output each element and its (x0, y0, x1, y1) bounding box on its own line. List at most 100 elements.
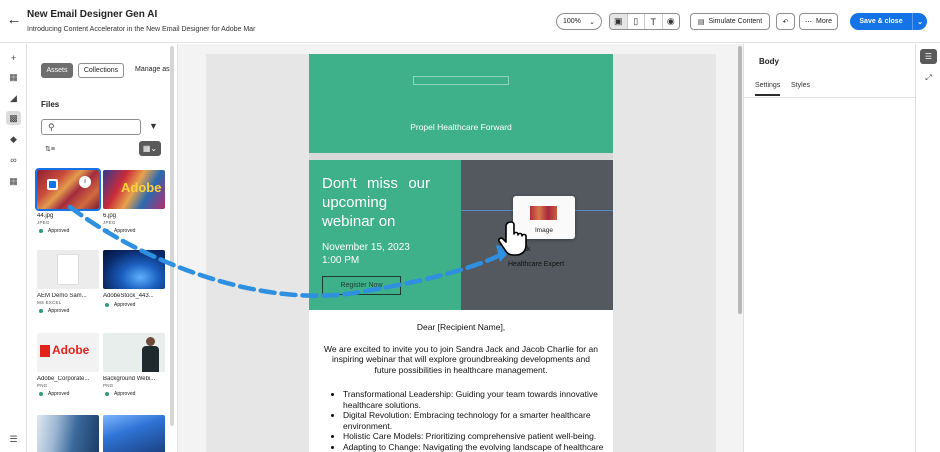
broken-image-strip[interactable] (309, 153, 613, 160)
asset-card[interactable] (103, 415, 165, 452)
list-item[interactable]: Transformational Leadership: Guiding you… (343, 389, 613, 410)
email-header-block[interactable]: Propel Healthcare Forward (309, 54, 613, 153)
asset-name: 6.jpg (103, 213, 117, 219)
fragments-icon[interactable]: ▦ (6, 174, 21, 188)
asset-thumbnail[interactable] (37, 250, 99, 289)
simulate-content-button[interactable]: ▤ Simulate Content (690, 13, 770, 30)
asset-thumbnail[interactable] (103, 250, 165, 289)
asset-card[interactable]: Adobe Adobe_Corporate... PNG Approved (37, 333, 99, 397)
back-arrow-icon[interactable]: ← (6, 12, 22, 28)
list-item[interactable]: Adapting to Change: Navigating the evolv… (343, 442, 613, 452)
desktop-view-icon[interactable]: ▣ (610, 14, 628, 29)
email-body[interactable]: Propel Healthcare Forward Don't miss our… (309, 54, 613, 452)
simulate-icon: ▤ (697, 18, 705, 26)
canvas-scrollbar[interactable] (738, 46, 742, 314)
hero-left-column[interactable]: Don't miss our upcoming webinar on Novem… (309, 160, 461, 310)
library-icon[interactable]: ☰ (6, 432, 21, 446)
tab-styles[interactable]: Styles (791, 82, 810, 89)
email-intro[interactable]: We are excited to invite you to join San… (323, 344, 599, 376)
register-now-button[interactable]: Register Now (322, 276, 401, 295)
assets-scrollbar[interactable] (170, 46, 174, 426)
tab-settings[interactable]: Settings (755, 82, 781, 96)
asset-card[interactable]: Adobe 6.jpg JPEG Approved (103, 170, 165, 234)
checkbox-checked-icon[interactable] (47, 179, 58, 190)
zoom-select[interactable]: 100% ⌄ (556, 13, 602, 30)
asset-thumbnail[interactable] (103, 415, 165, 452)
approved-dot-icon (105, 229, 109, 233)
asset-status: Approved (37, 308, 99, 314)
layout-icon[interactable]: ▦ (6, 70, 21, 84)
asset-thumbnail[interactable] (103, 333, 165, 372)
email-greeting[interactable]: Dear [Recipient Name], (309, 322, 613, 333)
asset-type: JPEG (37, 220, 50, 225)
status-label: Approved (114, 228, 136, 234)
sort-icon[interactable]: ⇅≡ (45, 145, 55, 153)
asset-thumbnail[interactable]: Adobe (103, 170, 165, 209)
email-tagline[interactable]: Propel Healthcare Forward (309, 122, 613, 132)
hero-heading[interactable]: Don't miss our upcoming webinar on (322, 174, 430, 231)
adobe-mark-icon (40, 345, 50, 357)
asset-name: AdobeStock_443... (103, 293, 154, 299)
approved-dot-icon (105, 392, 109, 396)
list-item[interactable]: Holistic Care Models: Prioritizing compr… (343, 431, 613, 442)
plus-icon[interactable]: + (6, 51, 21, 65)
asset-name: Adobe_Corporate... (37, 376, 90, 382)
hero-time-line: 1:00 PM (322, 255, 360, 266)
assets-icon[interactable]: ▩ (6, 111, 21, 125)
divider (744, 97, 916, 98)
document-icon (57, 254, 79, 285)
logo-image-placeholder[interactable] (413, 76, 509, 85)
asset-card[interactable]: i 44.jpg JPEG Approved (35, 168, 101, 234)
asset-thumbnail[interactable]: i (35, 168, 101, 211)
tab-assets[interactable]: Assets (41, 63, 73, 78)
asset-type: JPEG (103, 220, 116, 225)
mobile-view-icon[interactable]: ▯ (628, 14, 645, 29)
undo-button[interactable]: ↶ (776, 13, 795, 30)
collapse-arrows-icon[interactable]: ⤢ (920, 70, 937, 85)
tab-collections[interactable]: Collections (78, 63, 124, 78)
text-view-icon[interactable]: T (645, 14, 663, 29)
drag-label: Image (534, 227, 554, 234)
list-item[interactable]: Digital Revolution: Embracing technology… (343, 410, 613, 431)
properties-panel: Body Settings Styles (743, 44, 916, 452)
asset-status: Approved (37, 228, 99, 234)
link-icon[interactable]: ∞ (6, 153, 21, 167)
asset-status: Approved (103, 228, 165, 234)
megaphone-icon[interactable]: ◢ (6, 91, 21, 105)
person-body-icon (142, 346, 159, 372)
hero-date[interactable]: November 15, 2023 1:00 PM (322, 241, 410, 267)
page-subtitle: Introducing Content Accelerator in the N… (27, 26, 256, 33)
layers-icon[interactable]: ◆ (6, 132, 21, 146)
tab-manage-assets[interactable]: Manage as (135, 66, 170, 73)
preview-eye-icon[interactable]: ◉ (663, 14, 680, 29)
search-input[interactable]: ⚲ (41, 119, 141, 135)
asset-name: Background Webi... (103, 376, 156, 382)
save-dropdown-icon[interactable]: ⌄ (912, 13, 927, 30)
hero-date-line: November 15, 2023 (322, 242, 410, 253)
asset-card[interactable]: AEM Demo Sam... MS EXCEL Approved (37, 250, 99, 314)
more-dots-icon: ⋯ (805, 18, 813, 26)
save-close-button[interactable]: Save & close ⌄ (850, 13, 927, 30)
grid-view-toggle[interactable]: ▦⌄ (139, 141, 161, 156)
zoom-value: 100% (563, 18, 581, 25)
speaker-name[interactable]: ra Jack (508, 246, 531, 253)
speaker-role[interactable]: Healthcare Expert (508, 261, 564, 268)
files-heading: Files (41, 100, 60, 109)
info-icon[interactable]: i (79, 176, 91, 188)
status-label: Approved (48, 228, 70, 234)
email-bullet-list[interactable]: Transformational Leadership: Guiding you… (343, 389, 613, 452)
approved-dot-icon (39, 229, 43, 233)
status-label: Approved (114, 302, 136, 308)
asset-thumbnail[interactable] (37, 415, 99, 452)
thumb-logo-text: Adobe (121, 180, 162, 195)
email-body-copy[interactable]: Dear [Recipient Name], We are excited to… (309, 322, 613, 452)
asset-thumbnail[interactable]: Adobe (37, 333, 99, 372)
asset-card[interactable]: Background Webi... PNG Approved (103, 333, 165, 397)
asset-card[interactable]: AdobeStock_443... Approved (103, 250, 165, 308)
page-title: New Email Designer Gen AI (27, 9, 158, 20)
asset-card[interactable] (37, 415, 99, 452)
properties-sliders-icon[interactable]: ☰ (920, 49, 937, 64)
more-button[interactable]: ⋯ More (799, 13, 838, 30)
filter-icon[interactable]: ▼ (149, 121, 158, 131)
drag-thumbnail (530, 206, 557, 220)
